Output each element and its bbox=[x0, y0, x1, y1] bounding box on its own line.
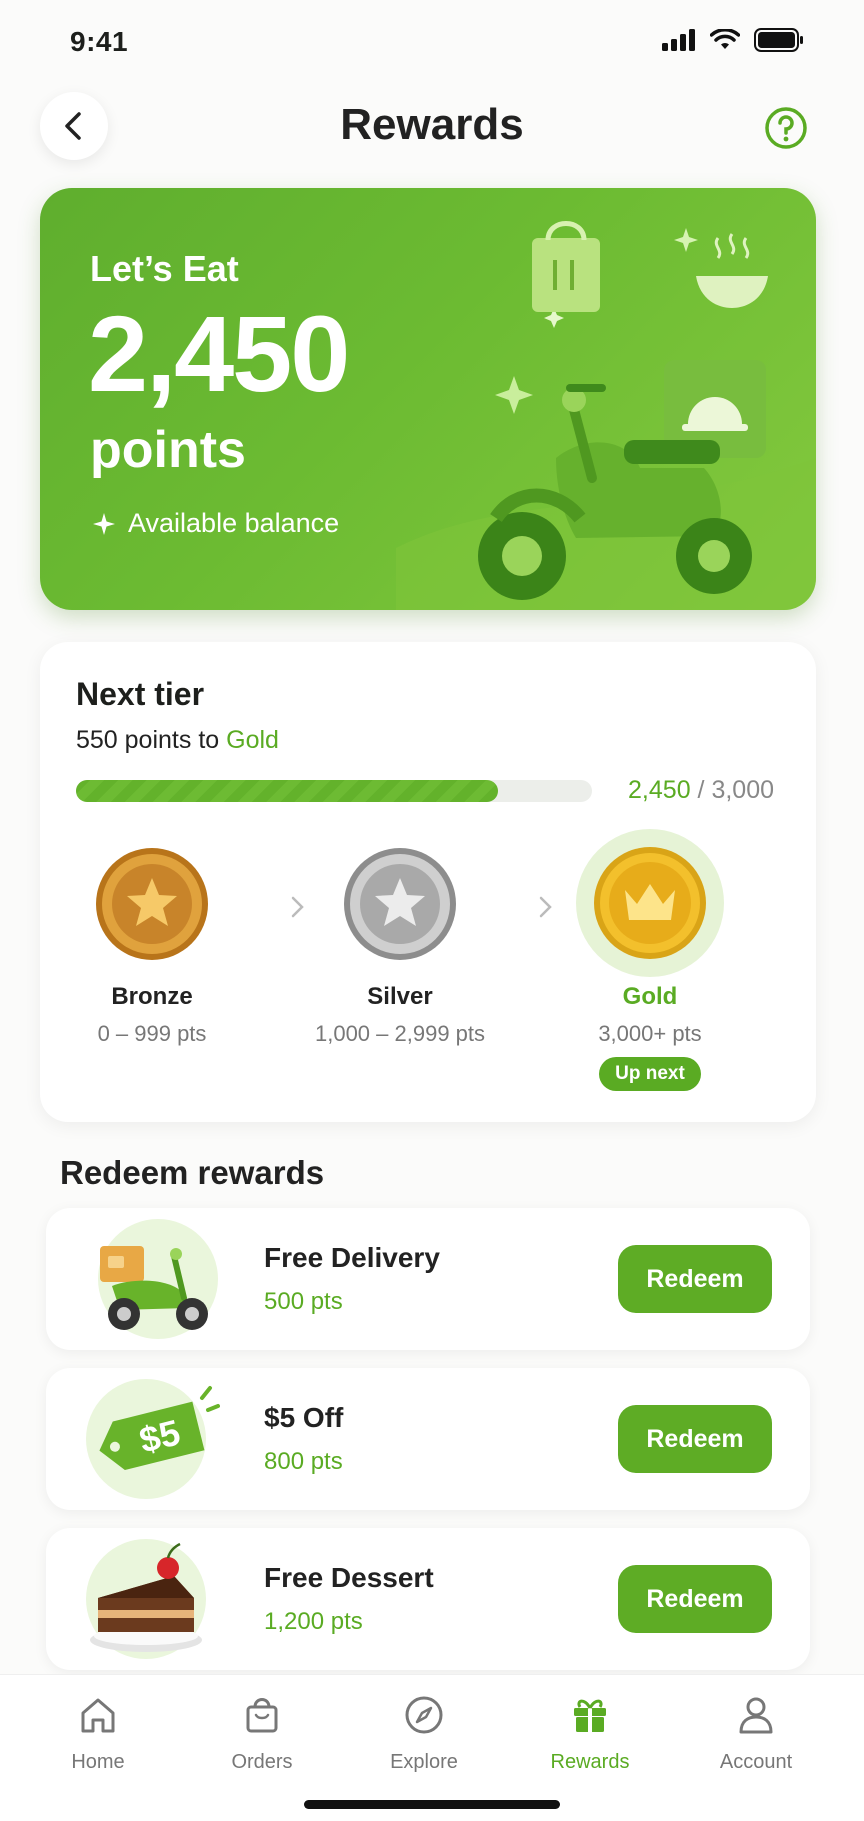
tab-label: Home bbox=[71, 1751, 125, 1773]
redeem-button[interactable]: Redeem bbox=[618, 1245, 772, 1313]
home-icon bbox=[81, 1698, 115, 1733]
tab-explore[interactable]: Explore bbox=[354, 1693, 494, 1774]
reward-item-5-off[interactable]: $5 $5 Off 800 pts Redeem bbox=[46, 1368, 810, 1510]
reward-points: 500 pts bbox=[264, 1288, 343, 1315]
reward-item-free-delivery[interactable]: Free Delivery 500 pts Redeem bbox=[46, 1208, 810, 1350]
tier-card-title: Next tier bbox=[76, 676, 205, 712]
tier-subtitle-target: Gold bbox=[226, 726, 279, 754]
reward-points: 800 pts bbox=[264, 1448, 343, 1475]
tab-label: Orders bbox=[231, 1751, 293, 1773]
tier-range: 0 – 999 pts bbox=[97, 1021, 207, 1046]
balance-caption: Available balance bbox=[92, 508, 339, 539]
next-tier-card: Next tier 550 points to Gold 2,450 / 3,0… bbox=[40, 642, 816, 1122]
tier-subtitle-text: 550 points to bbox=[76, 726, 227, 754]
tier-progress-text: 2,450 / 3,000 bbox=[628, 776, 774, 805]
redeem-section-title: Redeem rewards bbox=[60, 1154, 325, 1191]
compass-icon bbox=[405, 1696, 443, 1734]
redeem-button[interactable]: Redeem bbox=[618, 1405, 772, 1473]
scooter-icon bbox=[98, 1219, 218, 1339]
tier-silver: Silver 1,000 – 2,999 pts bbox=[300, 846, 500, 1047]
status-time: 9:41 bbox=[70, 26, 129, 57]
reward-name: Free Delivery bbox=[264, 1242, 440, 1273]
tab-home[interactable]: Home bbox=[28, 1693, 168, 1774]
reward-name: $5 Off bbox=[264, 1402, 344, 1433]
progress-current: 2,450 bbox=[628, 776, 691, 804]
tier-subtitle: 550 points to Gold bbox=[76, 726, 279, 755]
tab-label: Explore bbox=[390, 1751, 458, 1773]
page-title: Rewards bbox=[340, 100, 524, 149]
points-label: points bbox=[90, 421, 246, 479]
tab-label: Rewards bbox=[550, 1751, 630, 1773]
tier-name: Bronze bbox=[111, 983, 193, 1010]
price-tag-icon: $5 bbox=[86, 1379, 220, 1499]
silver-star-medal-icon bbox=[344, 848, 456, 960]
progress-separator: / bbox=[690, 776, 712, 804]
status-icons bbox=[662, 28, 804, 52]
brand-name: Let’s Eat bbox=[90, 248, 239, 289]
home-indicator bbox=[304, 1800, 560, 1809]
progress-target: 3,000 bbox=[711, 776, 774, 804]
tier-progress-bar bbox=[76, 780, 592, 802]
points-value: 2,450 bbox=[88, 293, 350, 414]
help-icon bbox=[765, 107, 807, 149]
tab-orders[interactable]: Orders bbox=[192, 1693, 332, 1774]
cake-icon bbox=[86, 1539, 206, 1659]
tab-label: Account bbox=[719, 1751, 793, 1773]
delivery-scooter-illustration bbox=[396, 221, 816, 610]
tier-range: 1,000 – 2,999 pts bbox=[314, 1021, 486, 1046]
reward-name: Free Dessert bbox=[264, 1562, 434, 1593]
up-next-badge: Up next bbox=[599, 1057, 701, 1091]
tier-gold: Gold 3,000+ pts Up next bbox=[550, 829, 750, 1091]
tier-bronze: Bronze 0 – 999 pts bbox=[52, 846, 252, 1047]
wifi-icon bbox=[710, 29, 740, 49]
tier-name: Gold bbox=[622, 983, 678, 1010]
tier-range: 3,000+ pts bbox=[598, 1021, 702, 1046]
signal-icon bbox=[662, 29, 695, 51]
redeem-button[interactable]: Redeem bbox=[618, 1565, 772, 1633]
balance-label: Available balance bbox=[128, 508, 340, 538]
tier-name: Silver bbox=[367, 983, 433, 1010]
gold-crown-medal-icon bbox=[576, 829, 724, 977]
battery-icon bbox=[754, 28, 803, 52]
tab-bar: Home Orders Explore Rewards Account bbox=[0, 1674, 864, 1821]
shopping-bag-icon bbox=[246, 1698, 278, 1733]
gift-icon bbox=[574, 1699, 606, 1732]
sparkle-icon bbox=[93, 512, 115, 535]
reward-points: 1,200 pts bbox=[264, 1608, 363, 1635]
user-icon bbox=[739, 1697, 773, 1734]
bronze-star-medal-icon bbox=[96, 848, 208, 960]
help-button[interactable] bbox=[764, 106, 808, 150]
tier-progress-fill bbox=[76, 780, 498, 802]
tab-rewards[interactable]: Rewards bbox=[520, 1693, 660, 1774]
tab-account[interactable]: Account bbox=[686, 1693, 826, 1774]
reward-item-free-dessert[interactable]: Free Dessert 1,200 pts Redeem bbox=[46, 1528, 810, 1670]
points-balance-card: Let’s Eat 2,450 points Available balance bbox=[40, 188, 816, 610]
